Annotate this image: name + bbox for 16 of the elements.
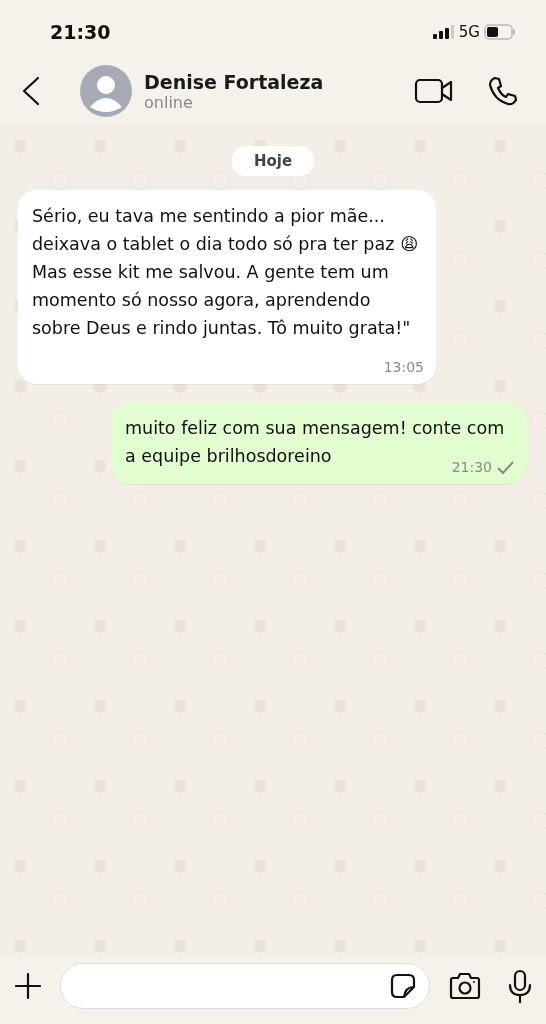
date-chip: Hoje xyxy=(231,146,315,176)
add-button[interactable] xyxy=(14,972,42,1000)
presence-status: online xyxy=(144,92,194,112)
sticker-icon[interactable] xyxy=(389,972,417,1000)
clock: 21:30 xyxy=(50,21,112,43)
video-call-button[interactable] xyxy=(414,77,454,105)
contact-name: Denise Fortaleza xyxy=(144,70,325,93)
microphone-button[interactable] xyxy=(508,969,532,1003)
message-text: Sério, eu tava me sentindo a pior mãe... deixava o tablet o dia todo só pra ter paz 😩 Mas esse kit me salvou. A gente tem um momento só nosso agora, aprendendo sobre Deus e rindo juntas. Tô muito grata!" xyxy=(32,206,419,338)
network-label: 5G xyxy=(458,23,480,41)
signal-icon xyxy=(432,25,455,39)
camera-button[interactable] xyxy=(448,972,482,1000)
phone-call-button[interactable] xyxy=(488,76,518,106)
battery-icon xyxy=(484,24,516,40)
message-input-field[interactable] xyxy=(60,963,430,1009)
message-time: 13:05 xyxy=(383,358,424,376)
